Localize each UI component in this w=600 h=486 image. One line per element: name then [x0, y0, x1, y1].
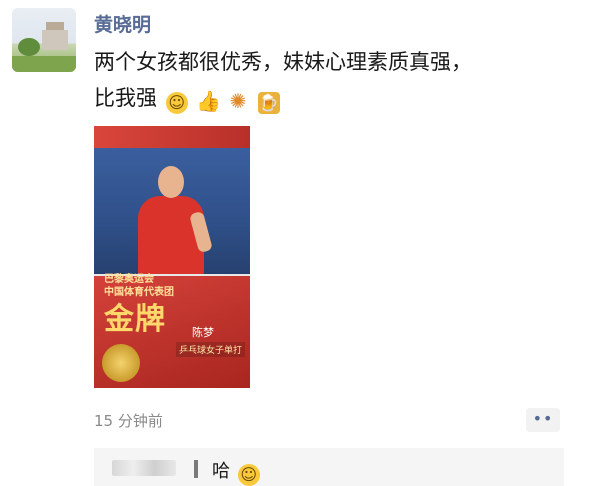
- post-image[interactable]: 巴黎奥运会 中国体育代表团 金牌 陈梦 乒乓球女子单打: [94, 126, 250, 388]
- comment-area: 哈 ☺: [94, 448, 564, 486]
- post-username[interactable]: 黄晓明: [94, 10, 151, 37]
- post-text-line1: 两个女孩都很优秀，妹妹心理素质真强，: [94, 50, 472, 74]
- comment-separator: [194, 460, 198, 478]
- grin-emoji-icon: ☺: [165, 92, 188, 114]
- grin-emoji-icon: ☺: [237, 464, 260, 486]
- card-event: 乒乓球女子单打: [176, 342, 246, 357]
- post-timestamp: 15 分钟前: [94, 412, 163, 430]
- medal-icon: [102, 344, 140, 382]
- more-options-button[interactable]: ••: [526, 408, 560, 432]
- firework-emoji-icon: ✺: [229, 89, 247, 113]
- card-athlete-name: 陈梦: [192, 326, 214, 339]
- avatar-tree: [18, 38, 40, 56]
- post-text-line2-wrap: 比我强 ☺ 👍 ✺ 🍺: [94, 80, 564, 116]
- post-text-line2: 比我强: [94, 86, 157, 110]
- comment-text: 哈: [212, 461, 230, 482]
- post-text: 两个女孩都很优秀，妹妹心理素质真强， 比我强 ☺ 👍 ✺ 🍺: [94, 44, 564, 116]
- comment-author-blurred: [112, 460, 176, 476]
- avatar-grass: [12, 56, 76, 72]
- avatar[interactable]: [12, 8, 76, 72]
- avatar-building: [42, 30, 68, 50]
- card-headline: 金牌: [104, 302, 166, 337]
- beer-emoji-icon: 🍺: [257, 92, 280, 114]
- athlete-head: [158, 166, 184, 198]
- comment-text-wrap: 哈 ☺: [212, 457, 260, 486]
- thumbs-up-emoji-icon: 👍: [196, 89, 222, 113]
